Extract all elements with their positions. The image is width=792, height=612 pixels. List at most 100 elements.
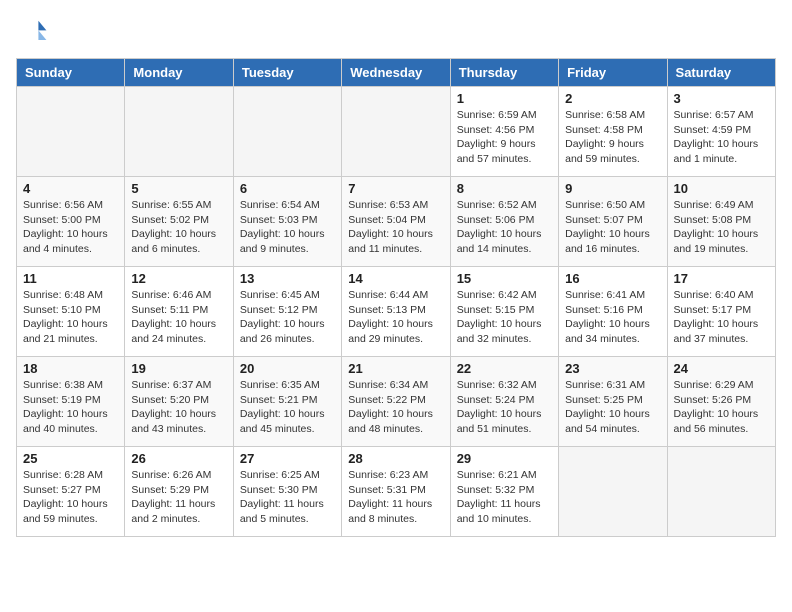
calendar-week-row: 18 Sunrise: 6:38 AMSunset: 5:19 PMDayligh… xyxy=(17,357,776,447)
day-number: 14 xyxy=(348,271,443,286)
calendar-day-cell: 18 Sunrise: 6:38 AMSunset: 5:19 PMDayligh… xyxy=(17,357,125,447)
day-info: Sunrise: 6:44 AMSunset: 5:13 PMDaylight:… xyxy=(348,288,443,347)
calendar-day-cell: 25Sunrise: 6:28 AMSunset: 5:27 PMDayligh… xyxy=(17,447,125,537)
day-number: 24 xyxy=(674,361,769,376)
logo xyxy=(16,16,52,48)
day-number: 8 xyxy=(457,181,552,196)
calendar-day-cell: 13Sunrise: 6:45 AMSunset: 5:12 PMDayligh… xyxy=(233,267,341,357)
calendar-day-cell: 15 Sunrise: 6:42 AMSunset: 5:15 PMDayligh… xyxy=(450,267,558,357)
calendar-week-row: 11 Sunrise: 6:48 AMSunset: 5:10 PMDayligh… xyxy=(17,267,776,357)
day-info: Sunrise: 6:48 AMSunset: 5:10 PMDaylight:… xyxy=(23,288,118,347)
calendar-week-row: 4 Sunrise: 6:56 AMSunset: 5:00 PMDaylight… xyxy=(17,177,776,267)
calendar-day-cell: 27 Sunrise: 6:25 AMSunset: 5:30 PMDayligh… xyxy=(233,447,341,537)
calendar-day-cell xyxy=(559,447,667,537)
day-info: Sunrise: 6:53 AMSunset: 5:04 PMDaylight:… xyxy=(348,198,443,257)
calendar-day-cell: 26Sunrise: 6:26 AMSunset: 5:29 PMDayligh… xyxy=(125,447,233,537)
page-header xyxy=(16,16,776,48)
day-info: Sunrise: 6:59 AMSunset: 4:56 PMDaylight:… xyxy=(457,108,552,167)
day-info: Sunrise: 6:56 AMSunset: 5:00 PMDaylight:… xyxy=(23,198,118,257)
calendar-day-cell: 14 Sunrise: 6:44 AMSunset: 5:13 PMDayligh… xyxy=(342,267,450,357)
day-header-tuesday: Tuesday xyxy=(233,59,341,87)
day-info: Sunrise: 6:25 AMSunset: 5:30 PMDaylight:… xyxy=(240,468,335,527)
day-number: 21 xyxy=(348,361,443,376)
calendar-day-cell xyxy=(342,87,450,177)
day-info: Sunrise: 6:29 AMSunset: 5:26 PMDaylight:… xyxy=(674,378,769,437)
day-number: 22 xyxy=(457,361,552,376)
calendar-day-cell xyxy=(233,87,341,177)
day-number: 11 xyxy=(23,271,118,286)
day-number: 3 xyxy=(674,91,769,106)
calendar-day-cell: 1 Sunrise: 6:59 AMSunset: 4:56 PMDaylight… xyxy=(450,87,558,177)
day-info: Sunrise: 6:46 AMSunset: 5:11 PMDaylight:… xyxy=(131,288,226,347)
calendar-day-cell: 21 Sunrise: 6:34 AMSunset: 5:22 PMDayligh… xyxy=(342,357,450,447)
day-number: 15 xyxy=(457,271,552,286)
calendar-day-cell: 5 Sunrise: 6:55 AMSunset: 5:02 PMDaylight… xyxy=(125,177,233,267)
day-info: Sunrise: 6:34 AMSunset: 5:22 PMDaylight:… xyxy=(348,378,443,437)
calendar-day-cell: 17Sunrise: 6:40 AMSunset: 5:17 PMDayligh… xyxy=(667,267,775,357)
calendar-week-row: 1 Sunrise: 6:59 AMSunset: 4:56 PMDaylight… xyxy=(17,87,776,177)
day-number: 27 xyxy=(240,451,335,466)
day-number: 7 xyxy=(348,181,443,196)
day-info: Sunrise: 6:57 AMSunset: 4:59 PMDaylight:… xyxy=(674,108,769,167)
day-number: 23 xyxy=(565,361,660,376)
day-number: 2 xyxy=(565,91,660,106)
calendar-day-cell: 2Sunrise: 6:58 AMSunset: 4:58 PMDaylight… xyxy=(559,87,667,177)
day-number: 1 xyxy=(457,91,552,106)
day-info: Sunrise: 6:41 AMSunset: 5:16 PMDaylight:… xyxy=(565,288,660,347)
calendar-day-cell: 23 Sunrise: 6:31 AMSunset: 5:25 PMDayligh… xyxy=(559,357,667,447)
day-number: 25 xyxy=(23,451,118,466)
calendar-day-cell: 12 Sunrise: 6:46 AMSunset: 5:11 PMDayligh… xyxy=(125,267,233,357)
calendar-day-cell: 11 Sunrise: 6:48 AMSunset: 5:10 PMDayligh… xyxy=(17,267,125,357)
calendar-day-cell xyxy=(667,447,775,537)
calendar-day-cell: 19 Sunrise: 6:37 AMSunset: 5:20 PMDayligh… xyxy=(125,357,233,447)
day-number: 16 xyxy=(565,271,660,286)
day-header-thursday: Thursday xyxy=(450,59,558,87)
day-info: Sunrise: 6:35 AMSunset: 5:21 PMDaylight:… xyxy=(240,378,335,437)
day-number: 19 xyxy=(131,361,226,376)
day-info: Sunrise: 6:37 AMSunset: 5:20 PMDaylight:… xyxy=(131,378,226,437)
calendar-day-cell: 28Sunrise: 6:23 AMSunset: 5:31 PMDayligh… xyxy=(342,447,450,537)
calendar-day-cell: 16 Sunrise: 6:41 AMSunset: 5:16 PMDayligh… xyxy=(559,267,667,357)
logo-icon xyxy=(16,16,48,48)
day-header-monday: Monday xyxy=(125,59,233,87)
day-number: 12 xyxy=(131,271,226,286)
day-info: Sunrise: 6:54 AMSunset: 5:03 PMDaylight:… xyxy=(240,198,335,257)
calendar-day-cell: 29 Sunrise: 6:21 AMSunset: 5:32 PMDayligh… xyxy=(450,447,558,537)
calendar-day-cell: 24 Sunrise: 6:29 AMSunset: 5:26 PMDayligh… xyxy=(667,357,775,447)
day-number: 20 xyxy=(240,361,335,376)
day-header-saturday: Saturday xyxy=(667,59,775,87)
calendar-day-cell: 10 Sunrise: 6:49 AMSunset: 5:08 PMDayligh… xyxy=(667,177,775,267)
day-number: 5 xyxy=(131,181,226,196)
calendar-day-cell: 4 Sunrise: 6:56 AMSunset: 5:00 PMDaylight… xyxy=(17,177,125,267)
day-number: 4 xyxy=(23,181,118,196)
day-info: Sunrise: 6:42 AMSunset: 5:15 PMDaylight:… xyxy=(457,288,552,347)
calendar-header-row: SundayMondayTuesdayWednesdayThursdayFrid… xyxy=(17,59,776,87)
day-info: Sunrise: 6:52 AMSunset: 5:06 PMDaylight:… xyxy=(457,198,552,257)
day-number: 17 xyxy=(674,271,769,286)
day-header-friday: Friday xyxy=(559,59,667,87)
calendar-day-cell xyxy=(125,87,233,177)
day-info: Sunrise: 6:32 AMSunset: 5:24 PMDaylight:… xyxy=(457,378,552,437)
calendar-day-cell: 7 Sunrise: 6:53 AMSunset: 5:04 PMDaylight… xyxy=(342,177,450,267)
calendar-day-cell: 6 Sunrise: 6:54 AMSunset: 5:03 PMDaylight… xyxy=(233,177,341,267)
calendar-table: SundayMondayTuesdayWednesdayThursdayFrid… xyxy=(16,58,776,537)
day-number: 26 xyxy=(131,451,226,466)
day-info: Sunrise: 6:55 AMSunset: 5:02 PMDaylight:… xyxy=(131,198,226,257)
day-number: 28 xyxy=(348,451,443,466)
day-number: 6 xyxy=(240,181,335,196)
day-number: 29 xyxy=(457,451,552,466)
day-number: 13 xyxy=(240,271,335,286)
day-header-wednesday: Wednesday xyxy=(342,59,450,87)
day-info: Sunrise: 6:50 AMSunset: 5:07 PMDaylight:… xyxy=(565,198,660,257)
day-info: Sunrise: 6:21 AMSunset: 5:32 PMDaylight:… xyxy=(457,468,552,527)
day-info: Sunrise: 6:38 AMSunset: 5:19 PMDaylight:… xyxy=(23,378,118,437)
calendar-day-cell: 22 Sunrise: 6:32 AMSunset: 5:24 PMDayligh… xyxy=(450,357,558,447)
calendar-day-cell: 20 Sunrise: 6:35 AMSunset: 5:21 PMDayligh… xyxy=(233,357,341,447)
day-number: 18 xyxy=(23,361,118,376)
day-header-sunday: Sunday xyxy=(17,59,125,87)
day-number: 10 xyxy=(674,181,769,196)
day-info: Sunrise: 6:31 AMSunset: 5:25 PMDaylight:… xyxy=(565,378,660,437)
calendar-day-cell: 8 Sunrise: 6:52 AMSunset: 5:06 PMDaylight… xyxy=(450,177,558,267)
day-info: Sunrise: 6:49 AMSunset: 5:08 PMDaylight:… xyxy=(674,198,769,257)
calendar-week-row: 25Sunrise: 6:28 AMSunset: 5:27 PMDayligh… xyxy=(17,447,776,537)
